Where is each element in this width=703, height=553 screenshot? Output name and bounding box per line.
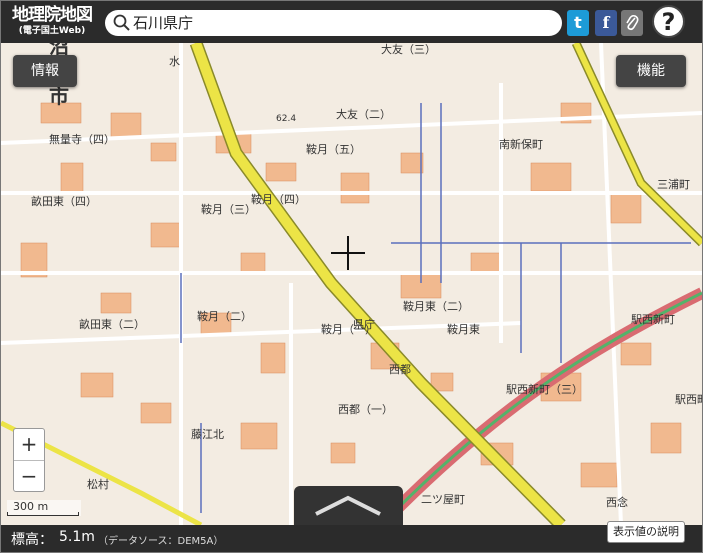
map-labels-layer: 無量寺（四） 大友（二） 大友（三） 南新保町 三浦町 畝田東（四） 鞍月（五）… [1, 43, 702, 525]
place-label: 鞍月東（二） [403, 299, 469, 313]
bottom-panel-toggle[interactable] [294, 486, 403, 526]
place-label: 西都 [389, 363, 411, 376]
place-label: 無量寺（四） [49, 132, 115, 146]
place-label: 二ツ屋町 [421, 493, 465, 506]
paperclip-icon [626, 14, 639, 31]
info-button[interactable]: 情報 [13, 55, 77, 87]
chevron-up-icon [315, 495, 381, 516]
function-button[interactable]: 機能 [616, 55, 686, 87]
value-explanation-button[interactable]: 表示値の説明 [607, 521, 685, 543]
help-icon: ? [661, 8, 676, 36]
place-label: 市 [49, 84, 69, 108]
place-label: 鞍月東 [447, 322, 480, 336]
header-bar: 地理院地図 (電子国土Web) 石川県庁 t f ? [1, 1, 702, 43]
elevation-bar: 標高： 5.1m （データソース：DEM5A） 表示値の説明 [1, 521, 702, 552]
elevation-value: 5.1m [59, 529, 95, 545]
map-window: 地理院地図 (電子国土Web) 石川県庁 t f ? 無量寺（四） 大友（二） … [0, 0, 703, 553]
zoom-out-button[interactable]: − [14, 461, 44, 492]
place-label: 駅西新町 [631, 312, 675, 326]
search-box[interactable]: 石川県庁 [105, 10, 562, 36]
place-label: 西念 [606, 495, 628, 509]
place-label: 松村 [87, 477, 109, 491]
elevation-label: 標高： [11, 532, 53, 548]
help-button[interactable]: ? [652, 5, 685, 38]
labels-svg: 無量寺（四） 大友（二） 大友（三） 南新保町 三浦町 畝田東（四） 鞍月（五）… [31, 43, 702, 509]
scale-bar: 300 m [7, 500, 81, 516]
place-label: 畝田東（四） [31, 195, 97, 208]
search-icon[interactable] [113, 14, 131, 32]
facebook-share-button[interactable]: f [595, 10, 617, 36]
place-label: 県庁 [353, 317, 375, 331]
scale-line [7, 512, 79, 516]
elevation-point-label: 62.4 [276, 114, 296, 124]
logo-subtitle: (電子国土Web) [18, 26, 86, 36]
twitter-icon: t [574, 13, 582, 32]
place-label: 畝田東（二） [79, 318, 145, 331]
place-label: 南新保町 [499, 137, 543, 151]
center-crosshair-icon [331, 236, 365, 270]
place-label: 駅西新町（三） [506, 382, 583, 396]
place-label: 大友（二） [336, 107, 391, 121]
link-share-button[interactable] [621, 10, 643, 36]
twitter-share-button[interactable]: t [567, 10, 589, 36]
elevation-source: （データソース：DEM5A） [98, 536, 224, 547]
place-label: 鞍月（二） [197, 309, 252, 323]
zoom-in-button[interactable]: + [14, 429, 44, 461]
place-label: 大友（三） [381, 43, 436, 56]
gsi-logo[interactable]: 地理院地図 (電子国土Web) [4, 5, 100, 41]
place-label: 駅西町 [675, 393, 702, 406]
facebook-icon: f [602, 13, 610, 32]
place-label: 三浦町 [657, 178, 690, 191]
place-label: 鞍月（三） [201, 202, 256, 216]
place-label: 水 [169, 55, 180, 68]
zoom-control: + − [13, 428, 45, 492]
search-input[interactable]: 石川県庁 [133, 13, 193, 33]
place-label: 藤江北 [191, 428, 224, 441]
logo-title: 地理院地図 [12, 5, 93, 25]
place-label: 鞍月（五） [306, 142, 361, 156]
place-label: 西都（一） [338, 403, 393, 416]
place-label: 鞍月（四） [251, 192, 306, 206]
